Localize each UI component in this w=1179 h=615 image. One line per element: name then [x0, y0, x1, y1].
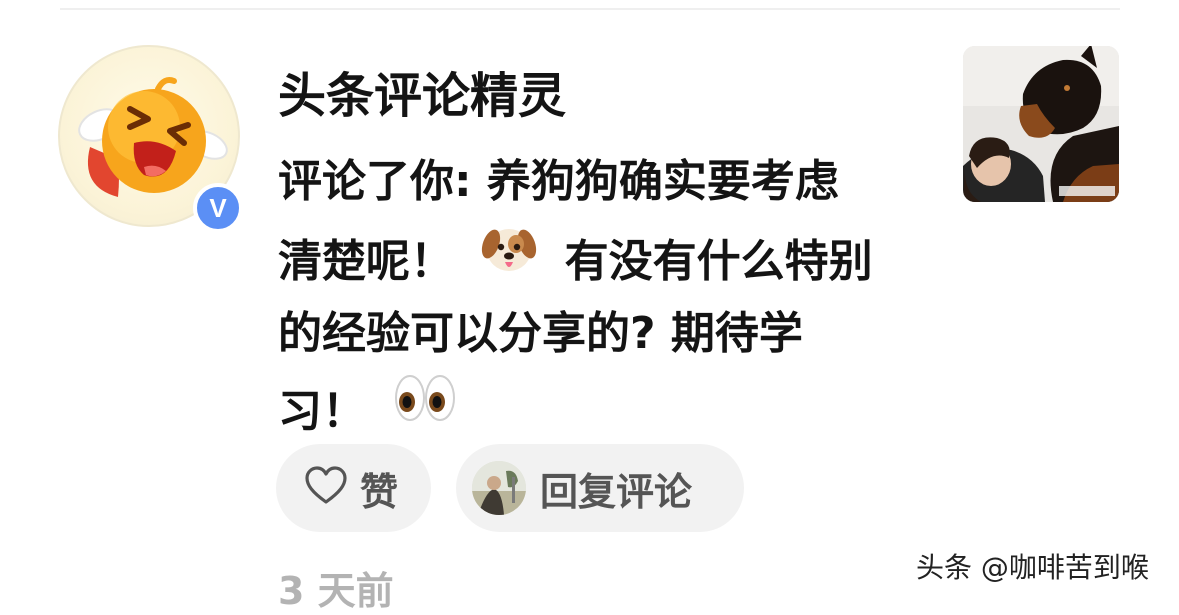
watermark: 头条 @咖啡苦到喉 [916, 551, 1149, 584]
comment-line-text: 的经验可以分享的? 期待学 [278, 308, 803, 359]
like-label: 赞 [360, 469, 399, 514]
reply-label: 回复评论 [540, 469, 693, 514]
my-avatar [472, 461, 526, 515]
comment-line: 习！ [278, 372, 918, 448]
comment-line: 清楚呢！ 有没有什么特别 [278, 220, 918, 296]
comment-text: 评论了你: 养狗狗确实要考虑 清楚呢！ 有没有什么特别 的经验可以分享的? 期待… [278, 144, 918, 448]
like-button[interactable]: 赞 [276, 444, 431, 532]
dog-photo-icon [963, 46, 1119, 202]
reply-comment-button[interactable]: 回复评论 [456, 444, 744, 532]
timestamp: 3 天前 [278, 569, 394, 613]
heart-outline-icon [304, 466, 348, 510]
comment-line-text: 有没有什么特别 [564, 236, 873, 287]
comment-line-text: 清楚呢！ [278, 236, 454, 287]
dog-face-emoji-icon [481, 220, 537, 300]
eyes-emoji-icon [393, 372, 457, 448]
comment-line: 的经验可以分享的? 期待学 [278, 296, 918, 372]
post-thumbnail[interactable] [963, 46, 1119, 202]
username[interactable]: 头条评论精灵 [278, 66, 566, 126]
comment-line-text: 习！ [278, 386, 366, 437]
comment-line: 评论了你: 养狗狗确实要考虑 [278, 144, 918, 220]
verified-badge: V [193, 183, 243, 233]
comment-line-text: 评论了你: 养狗狗确实要考虑 [278, 156, 839, 207]
top-divider [60, 8, 1120, 10]
